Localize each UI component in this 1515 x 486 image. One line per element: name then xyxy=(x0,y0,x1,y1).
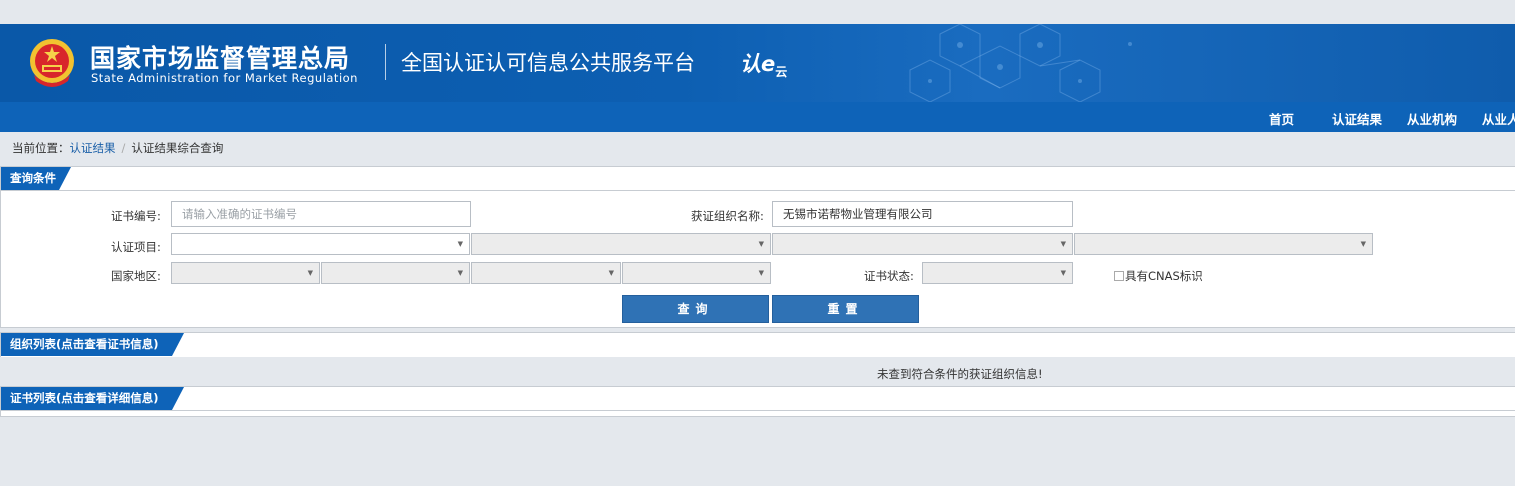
cert-list-title: 证书列表(点击查看详细信息) xyxy=(1,387,184,410)
cnas-checkbox[interactable]: 具有CNAS标识 xyxy=(1114,268,1203,284)
chevron-down-icon: ▼ xyxy=(758,240,764,248)
checkbox-icon[interactable] xyxy=(1114,271,1124,281)
chevron-down-icon: ▼ xyxy=(1360,240,1366,248)
breadcrumb: 当前位置：认证结果 / 认证结果综合查询 xyxy=(12,140,223,156)
chevron-down-icon: ▼ xyxy=(457,240,463,248)
reset-button[interactable]: 重置 xyxy=(772,295,919,323)
org-list-header: 组织列表(点击查看证书信息) xyxy=(1,333,1515,357)
query-panel-header: 查询条件 xyxy=(1,167,1515,191)
chevron-down-icon: ▼ xyxy=(1060,269,1066,277)
project-label: 认证项目: xyxy=(111,240,161,254)
cert-list-header: 证书列表(点击查看详细信息) xyxy=(1,387,1515,411)
nav-item-cert-results[interactable]: 认证结果 xyxy=(1332,109,1382,128)
chevron-down-icon: ▼ xyxy=(307,269,313,277)
main-nav: 首页 认证结果 从业机构 从业人 xyxy=(0,102,1515,132)
chevron-down-icon: ▼ xyxy=(1060,240,1066,248)
chevron-down-icon: ▼ xyxy=(457,269,463,277)
region-select-3[interactable]: ▼ xyxy=(471,262,621,284)
region-select-4[interactable]: ▼ xyxy=(622,262,771,284)
cloud-logo-main: 认e xyxy=(740,52,776,76)
cert-list-panel: 证书列表(点击查看详细信息) xyxy=(0,386,1515,417)
cloud-logo-sub: 云 xyxy=(775,65,788,80)
org-name-input[interactable] xyxy=(772,201,1073,227)
query-panel-title: 查询条件 xyxy=(1,167,71,190)
project-select-3[interactable]: ▼ xyxy=(772,233,1073,255)
org-list-title: 组织列表(点击查看证书信息) xyxy=(1,333,184,356)
org-list-empty-message: 未查到符合条件的获证组织信息! xyxy=(877,367,1043,381)
org-name-cn: 国家市场监督管理总局 xyxy=(90,44,351,73)
national-emblem-icon xyxy=(30,39,74,87)
status-select[interactable]: ▼ xyxy=(922,262,1073,284)
breadcrumb-separator: / xyxy=(121,141,126,155)
breadcrumb-link-cert-results[interactable]: 认证结果 xyxy=(70,141,116,155)
site-header: 国家市场监督管理总局 State Administration for Mark… xyxy=(0,24,1515,102)
chevron-down-icon: ▼ xyxy=(758,269,764,277)
project-select-1[interactable]: ▼ xyxy=(171,233,470,255)
org-name-en: State Administration for Market Regulati… xyxy=(91,71,358,85)
region-select-1[interactable]: ▼ xyxy=(171,262,320,284)
nav-item-practitioners[interactable]: 从业人 xyxy=(1482,109,1515,128)
search-button[interactable]: 查询 xyxy=(622,295,769,323)
header-divider xyxy=(385,44,386,80)
org-list-panel: 组织列表(点击查看证书信息) xyxy=(0,332,1515,357)
chevron-down-icon: ▼ xyxy=(608,269,614,277)
hexagon-pattern-decoration xyxy=(909,24,1132,102)
cert-no-label: 证书编号: xyxy=(111,209,161,223)
nav-item-home[interactable]: 首页 xyxy=(1269,109,1294,128)
breadcrumb-prefix: 当前位置： xyxy=(12,141,70,155)
region-select-2[interactable]: ▼ xyxy=(321,262,470,284)
project-select-4[interactable]: ▼ xyxy=(1074,233,1373,255)
cert-no-input[interactable] xyxy=(171,201,471,227)
cnas-checkbox-label: 具有CNAS标识 xyxy=(1125,269,1203,283)
nav-item-institutions[interactable]: 从业机构 xyxy=(1407,109,1457,128)
platform-title: 全国认证认可信息公共服务平台 xyxy=(401,51,695,75)
org-name-label: 获证组织名称: xyxy=(691,209,764,223)
breadcrumb-current: 认证结果综合查询 xyxy=(131,141,224,155)
region-label: 国家地区: xyxy=(111,269,161,283)
cloud-logo: 认e云 xyxy=(740,48,787,80)
status-label: 证书状态: xyxy=(864,269,914,283)
project-select-2[interactable]: ▼ xyxy=(471,233,771,255)
top-gap xyxy=(0,0,1515,24)
